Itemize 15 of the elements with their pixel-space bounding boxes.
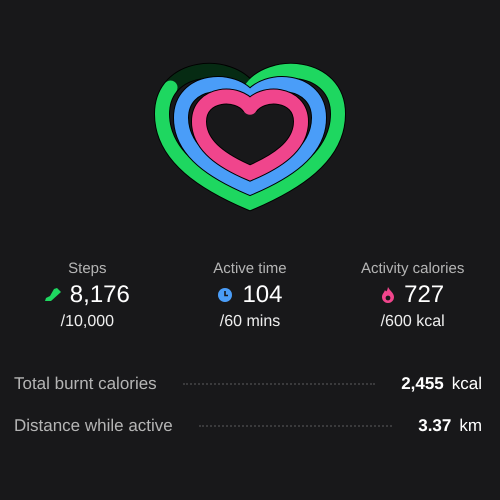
stat-label: Steps	[68, 260, 106, 277]
stat-goal: /10,000	[60, 313, 114, 331]
summary-value: 3.37	[418, 416, 452, 436]
summary-value: 2,455	[401, 374, 444, 394]
stat-goal: /60 mins	[220, 313, 280, 331]
summary-label: Distance while active	[14, 416, 173, 436]
stat-label: Activity calories	[360, 260, 464, 277]
unit-label: km	[459, 416, 482, 436]
unit-label: kcal	[452, 374, 482, 394]
stat-goal: /600 kcal	[380, 313, 445, 331]
stat-label: Active time	[213, 260, 287, 277]
stat-value: 727	[404, 281, 444, 309]
stat-value: 104	[242, 281, 282, 309]
summary-label: Total burnt calories	[14, 374, 157, 394]
stat-value: 8,176	[70, 281, 130, 309]
